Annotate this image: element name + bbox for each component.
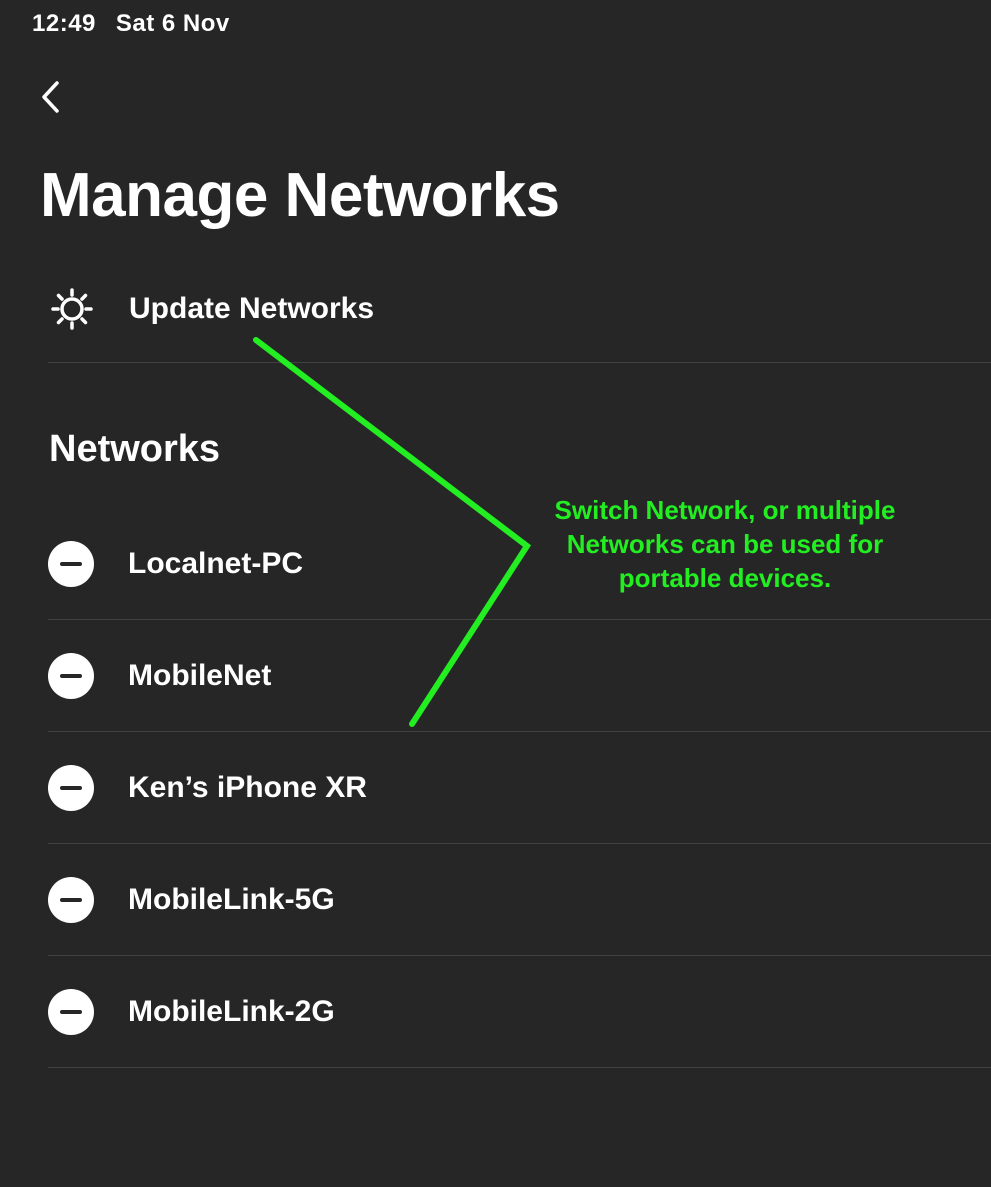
network-label: Localnet-PC [128,546,304,580]
annotation-callout-text: Switch Network, or multiple Networks can… [554,495,896,593]
network-row-kens-iphone-xr: Ken’s iPhone XR [48,732,991,844]
remove-icon[interactable] [48,764,94,811]
network-label: Ken’s iPhone XR [128,770,367,804]
network-row-mobilenet: MobileNet [48,620,991,732]
network-row-mobilelink-5g: MobileLink-5G [48,844,991,956]
network-label: MobileLink-5G [128,882,335,916]
networks-section-title: Networks [49,428,221,470]
network-label: MobileLink-2G [128,994,335,1028]
chevron-left-icon [42,81,59,113]
status-bar: 12:49 Sat 6 Nov [32,10,230,38]
remove-icon[interactable] [48,988,94,1035]
remove-icon[interactable] [48,540,94,587]
remove-icon[interactable] [48,876,94,923]
status-date: Sat 6 Nov [115,10,230,37]
update-networks-label: Update Networks [129,292,375,325]
remove-icon[interactable] [48,652,94,699]
update-networks-button[interactable]: Update Networks [48,256,991,363]
gear-icon [48,285,96,333]
back-button[interactable] [30,74,70,120]
network-label: MobileNet [128,658,272,692]
status-time: 12:49 [32,10,96,37]
page-title: Manage Networks [40,161,560,230]
manage-networks-screen: 12:49 Sat 6 Nov Manage Networks Update N… [0,0,991,1187]
network-row-mobilelink-2g: MobileLink-2G [48,956,991,1068]
